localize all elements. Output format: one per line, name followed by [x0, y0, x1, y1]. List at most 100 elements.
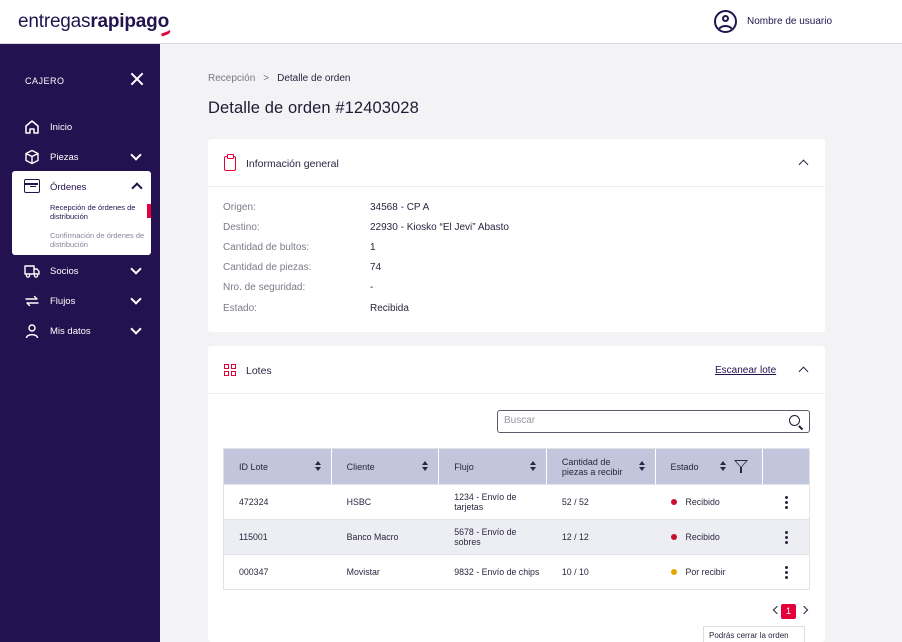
column-header-estado[interactable]: Estado: [656, 449, 764, 484]
info-key: Origen:: [223, 202, 256, 213]
page-number-current[interactable]: 1: [781, 604, 796, 619]
column-header-cliente[interactable]: Cliente: [332, 449, 440, 484]
chevron-down-icon[interactable]: [130, 263, 142, 275]
chevron-down-icon[interactable]: [130, 293, 142, 305]
info-value: -: [370, 282, 374, 293]
sidebar-subitem-recepcion[interactable]: Recepción de órdenes de distribución: [50, 203, 150, 221]
breadcrumb-parent[interactable]: Recepción: [208, 73, 255, 84]
column-header-id[interactable]: ID Lote: [224, 449, 332, 484]
active-indicator: [147, 204, 151, 218]
sidebar-item-label: Inicio: [50, 121, 73, 133]
info-value: 74: [370, 262, 382, 273]
search-icon[interactable]: [789, 415, 800, 426]
sidebar-item-label: Órdenes: [50, 182, 87, 193]
brand-logo[interactable]: entregasrapipago: [18, 11, 172, 37]
sidebar-item-ordenes[interactable]: Órdenes Recepción de órdenes de distribu…: [12, 171, 151, 255]
column-header-cantidad[interactable]: Cantidad de piezas a recibir: [547, 449, 656, 484]
sidebar-item-flujos[interactable]: Flujos: [24, 291, 75, 311]
table-header: ID Lote Cliente Flujo Cantidad de piezas…: [224, 449, 809, 484]
arrows-icon: [25, 295, 39, 307]
table-row[interactable]: 000347 Movistar 9832 - Envío de chips 10…: [224, 554, 809, 589]
search-input[interactable]: [504, 415, 774, 426]
sort-icon[interactable]: [638, 461, 645, 472]
filter-icon[interactable]: [733, 460, 748, 473]
column-label: Estado: [670, 461, 699, 472]
truck-icon: [24, 265, 40, 278]
chevron-down-icon[interactable]: [130, 149, 142, 161]
breadcrumb-current: Detalle de orden: [277, 73, 351, 84]
cell-actions: [763, 520, 809, 554]
sort-icon[interactable]: [422, 461, 429, 472]
status-label: Recibido: [685, 497, 720, 507]
info-key: Nro. de seguridad:: [223, 282, 306, 293]
breadcrumb-separator: >: [263, 73, 270, 84]
cell-id: 472324: [239, 497, 269, 507]
status-label: Por recibir: [685, 567, 726, 577]
cell-cantidad: 52 / 52: [561, 497, 589, 507]
cell-id: 115001: [239, 532, 268, 542]
sidebar-item-socios[interactable]: Socios: [24, 261, 79, 281]
cell-cliente: Movistar: [346, 567, 380, 577]
kebab-menu-icon[interactable]: [785, 496, 789, 509]
sort-icon[interactable]: [720, 461, 727, 472]
sidebar-subitem-confirmacion[interactable]: Confirmación de órdenes de distribución: [50, 231, 150, 249]
sidebar-item-inicio[interactable]: Inicio: [24, 117, 72, 137]
user-menu[interactable]: Nombre de usuario: [714, 10, 832, 33]
orders-icon: [24, 179, 40, 193]
status-dot: [670, 499, 677, 505]
sort-icon[interactable]: [314, 461, 321, 472]
table-row[interactable]: 115001 Banco Macro 5678 - Envío de sobre…: [224, 519, 809, 554]
cell-cantidad: 12 / 12: [561, 532, 589, 542]
cell-cantidad: 10 / 10: [561, 567, 589, 577]
lotes-card-header: Lotes Escanear lote: [208, 346, 825, 394]
kebab-menu-icon[interactable]: [785, 531, 789, 544]
column-label: Cliente: [346, 461, 375, 472]
sidebar-item-label: Flujos: [50, 295, 76, 307]
top-bar: entregasrapipago Nombre de usuario: [0, 0, 902, 44]
box-icon: [25, 149, 39, 165]
sidebar-item-mis-datos[interactable]: Mis datos: [24, 321, 91, 341]
sidebar-item-label: Mis datos: [50, 325, 91, 337]
status-dot: [670, 569, 677, 575]
column-label: Cantidad de piezas a recibir: [561, 457, 623, 477]
chevron-left-icon[interactable]: [772, 605, 782, 615]
info-card-header[interactable]: Información general: [208, 139, 825, 187]
scan-lote-link[interactable]: Escanear lote: [715, 365, 776, 376]
cell-cliente: Banco Macro: [346, 532, 399, 542]
user-circle-icon: [714, 10, 737, 33]
lotes-card-title: Lotes: [246, 365, 272, 377]
close-icon[interactable]: [130, 72, 144, 86]
user-name: Nombre de usuario: [747, 16, 833, 27]
grid-icon: [224, 364, 237, 377]
info-value: 22930 - Kiosko “El Jevi” Abasto: [370, 222, 509, 233]
table-row[interactable]: 472324 HSBC 1234 - Envío de tarjetas 52 …: [224, 484, 809, 519]
column-header-flujo[interactable]: Flujo: [439, 449, 547, 484]
info-key: Estado:: [223, 303, 257, 314]
status-label: Recibido: [685, 532, 720, 542]
user-icon: [25, 324, 39, 339]
info-value: 1: [370, 242, 376, 253]
cell-id: 000347: [239, 567, 269, 577]
clipboard-icon: [224, 154, 236, 171]
chevron-up-icon[interactable]: [798, 159, 809, 170]
chevron-down-icon[interactable]: [130, 323, 142, 335]
cell-estado: Recibido: [656, 520, 764, 554]
chevron-up-icon[interactable]: [131, 182, 143, 194]
logo-text-part1: entregas: [18, 11, 91, 32]
cell-flujo: 1234 - Envío de tarjetas: [454, 492, 517, 512]
lotes-card: Lotes Escanear lote ID Lote Cliente Fluj…: [208, 346, 825, 642]
info-key: Cantidad de bultos:: [223, 242, 310, 253]
lotes-table: ID Lote Cliente Flujo Cantidad de piezas…: [223, 448, 810, 590]
chevron-up-icon[interactable]: [798, 366, 809, 377]
page-title: Detalle de orden #12403028: [208, 99, 419, 117]
sidebar-item-label: Piezas: [50, 151, 79, 163]
sort-icon[interactable]: [529, 461, 536, 472]
column-label: Flujo: [454, 461, 474, 472]
info-card-title: Información general: [246, 158, 339, 170]
chevron-right-icon[interactable]: [799, 605, 809, 615]
cell-estado: Por recibir: [656, 555, 764, 589]
breadcrumb: Recepción > Detalle de orden: [208, 73, 351, 84]
kebab-menu-icon[interactable]: [785, 566, 789, 579]
status-dot: [670, 534, 677, 540]
sidebar-item-piezas[interactable]: Piezas: [24, 147, 79, 167]
